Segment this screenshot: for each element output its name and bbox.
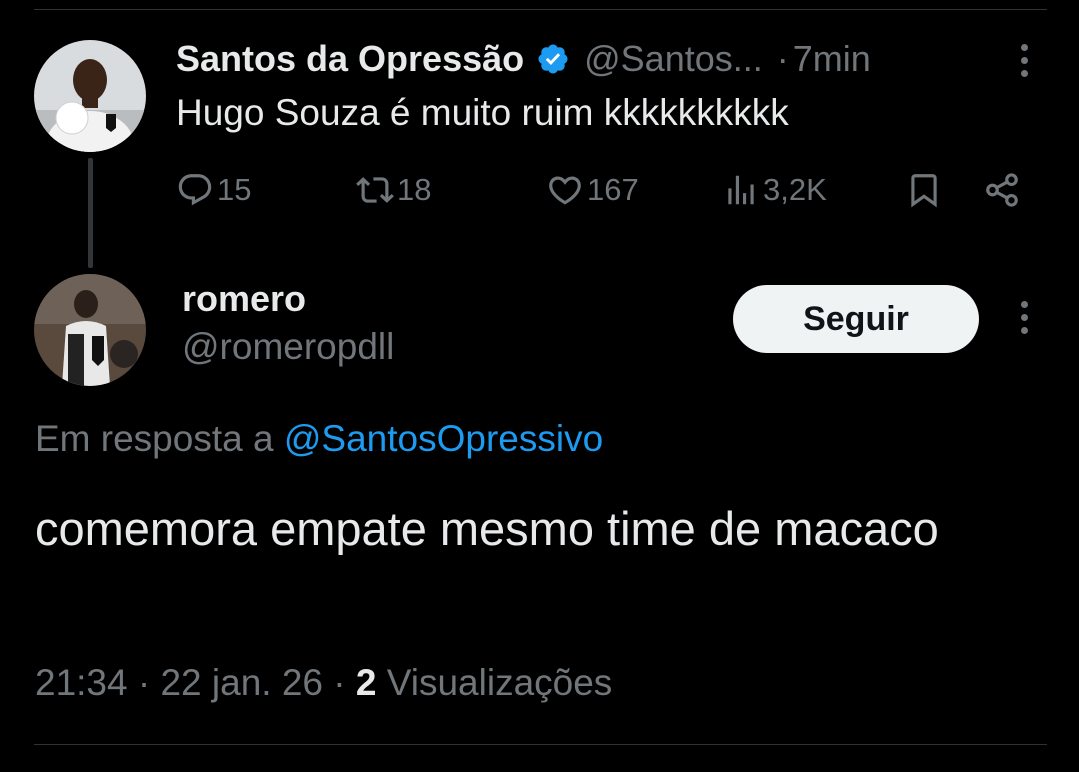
reply-prefix: Em resposta a: [35, 418, 274, 459]
like-button[interactable]: 167: [546, 168, 639, 212]
reply-views-count: 2: [355, 662, 377, 703]
reply-more-options-icon[interactable]: [1018, 301, 1030, 334]
heart-icon: [549, 176, 581, 205]
bookmark-icon: [911, 174, 937, 208]
share-button[interactable]: [983, 168, 1021, 212]
verified-badge-icon: [538, 44, 568, 74]
follow-button[interactable]: Seguir: [733, 285, 979, 353]
views-count: 3,2K: [763, 172, 827, 207]
views-button[interactable]: 3,2K: [722, 168, 827, 212]
retweet-button[interactable]: 18: [356, 168, 431, 212]
reply-views-label: Visualizações: [386, 662, 613, 703]
retweet-count: 18: [397, 172, 432, 207]
like-count: 167: [587, 172, 639, 207]
reply-author-handle[interactable]: @romeropdll: [182, 326, 394, 368]
parent-tweet-header: Santos da Opressão @Santos... · 7min: [176, 36, 871, 82]
reply-count: 15: [217, 172, 252, 207]
parent-author-avatar[interactable]: [34, 40, 146, 152]
reply-tweet-text: comemora empate mesmo time de macaco: [35, 502, 939, 555]
parent-tweet-text: Hugo Souza é muito ruim kkkkkkkkkk: [176, 92, 789, 133]
parent-more-options-icon[interactable]: [1018, 44, 1030, 77]
parent-tweet-time[interactable]: 7min: [793, 38, 871, 80]
reply-mention-link[interactable]: @SantosOpressivo: [284, 418, 603, 459]
reply-timestamp[interactable]: 21:34 · 22 jan. 26 ·: [35, 662, 346, 703]
retweet-icon: [356, 177, 394, 203]
comment-bubble-icon: [178, 174, 212, 206]
reply-button[interactable]: 15: [176, 168, 251, 212]
parent-author-name[interactable]: Santos da Opressão: [176, 38, 524, 80]
reply-tweet-meta: 21:34 · 22 jan. 26 · 2 Visualizações: [35, 662, 612, 704]
bookmark-button[interactable]: [905, 168, 943, 212]
share-icon: [986, 173, 1018, 207]
parent-author-handle[interactable]: @Santos...: [584, 38, 763, 80]
reply-author-avatar[interactable]: [34, 274, 146, 386]
reply-author-name[interactable]: romero: [182, 278, 306, 320]
bottom-divider: [34, 744, 1047, 745]
reply-context: Em resposta a @SantosOpressivo: [35, 418, 603, 460]
separator-dot: ·: [776, 38, 789, 79]
bar-chart-icon: [728, 175, 754, 205]
thread-connector-line: [88, 158, 93, 268]
top-divider: [34, 9, 1047, 10]
